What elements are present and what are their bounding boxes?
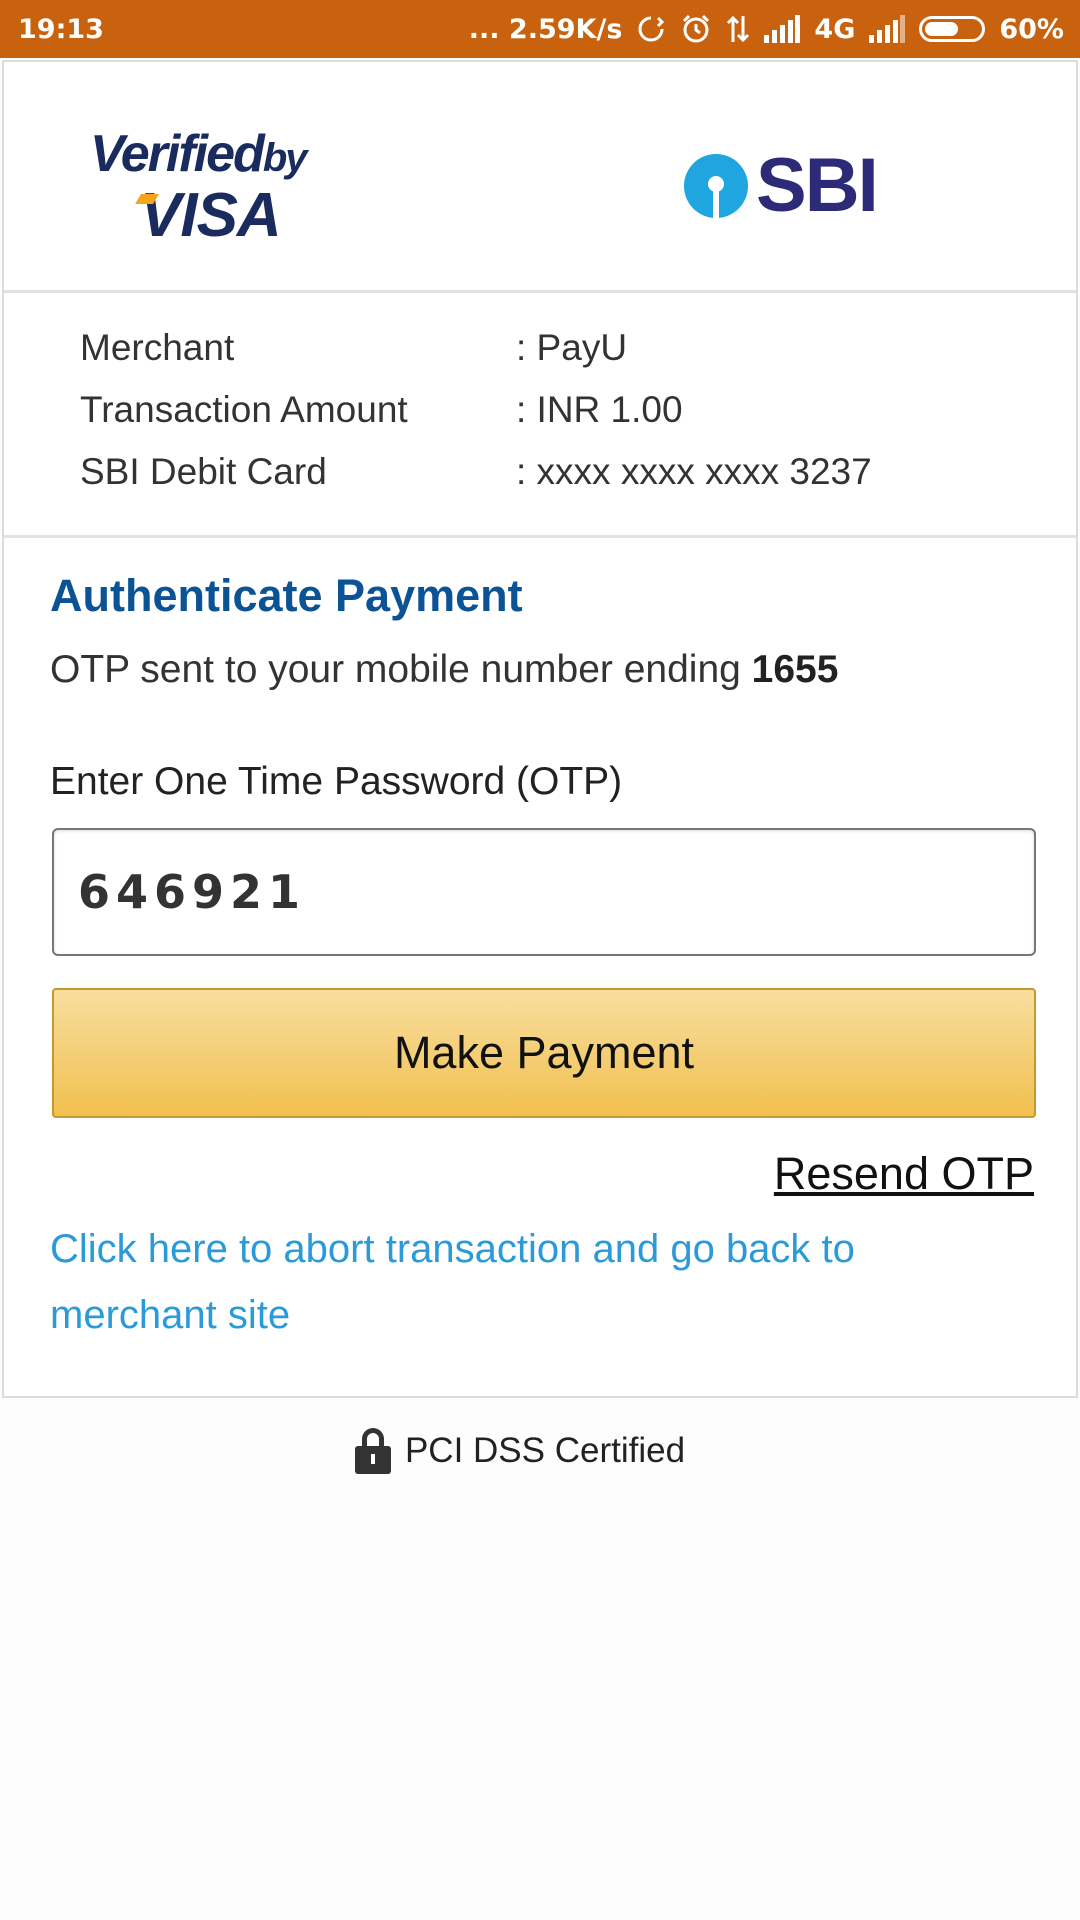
alarm-icon <box>680 13 712 45</box>
verified-by-visa-logo: Verifiedby VISA <box>90 125 360 247</box>
battery-fill <box>925 22 958 36</box>
resend-otp-link[interactable]: Resend OTP <box>774 1148 1034 1200</box>
data-transfer-icon <box>726 14 750 44</box>
detail-value: : PayU <box>516 327 628 368</box>
otp-field-label: Enter One Time Password (OTP) <box>50 760 623 803</box>
sbi-keyhole-icon <box>684 153 748 218</box>
mobile-ending-number: 1655 <box>751 648 839 691</box>
visa-logo-text-visa: VISA <box>140 181 282 250</box>
status-icons: ... 2.59K/s 4G 60% <box>469 13 1064 45</box>
abort-transaction-link[interactable]: Click here to abort transaction and go b… <box>50 1216 950 1348</box>
transaction-details: Merchant : PayU Transaction Amount : INR… <box>4 293 1076 538</box>
status-time: 19:13 <box>18 13 104 45</box>
detail-value: : xxxx xxxx xxxx 3237 <box>516 451 872 492</box>
detail-label: Transaction Amount <box>80 389 408 430</box>
payment-card: Verifiedby VISA SBI Merchant : PayU Tran… <box>2 60 1078 1398</box>
auth-title: Authenticate Payment <box>50 570 523 621</box>
make-payment-button[interactable]: Make Payment <box>52 988 1036 1118</box>
detail-label: Merchant <box>80 327 235 368</box>
visa-logo-text-by: by <box>262 136 308 180</box>
pci-certification: PCI DSS Certified <box>0 1428 1080 1474</box>
sync-icon <box>636 14 666 44</box>
logo-header: Verifiedby VISA SBI <box>4 62 1076 293</box>
network-type: 4G <box>814 13 856 45</box>
network-speed: ... 2.59K/s <box>468 13 623 45</box>
status-bar: 19:13 ... 2.59K/s 4G 60% <box>0 0 1080 58</box>
detail-label: SBI Debit Card <box>80 451 327 492</box>
visa-logo-text-verified: Verified <box>90 125 265 183</box>
otp-sent-message: OTP sent to your mobile number ending 16… <box>50 648 838 692</box>
lock-icon <box>354 1428 391 1474</box>
battery-percent: 60% <box>999 13 1064 45</box>
signal-icon <box>764 15 801 43</box>
sbi-logo-text: SBI <box>756 143 879 228</box>
sbi-logo: SBI <box>684 142 879 229</box>
otp-input[interactable] <box>52 828 1036 956</box>
otp-sent-text: OTP sent to your mobile number ending <box>50 648 752 691</box>
pci-certified-text: PCI DSS Certified <box>404 1431 686 1470</box>
battery-icon <box>919 16 986 42</box>
detail-value: : INR 1.00 <box>516 389 683 430</box>
signal-icon-2 <box>869 15 906 43</box>
